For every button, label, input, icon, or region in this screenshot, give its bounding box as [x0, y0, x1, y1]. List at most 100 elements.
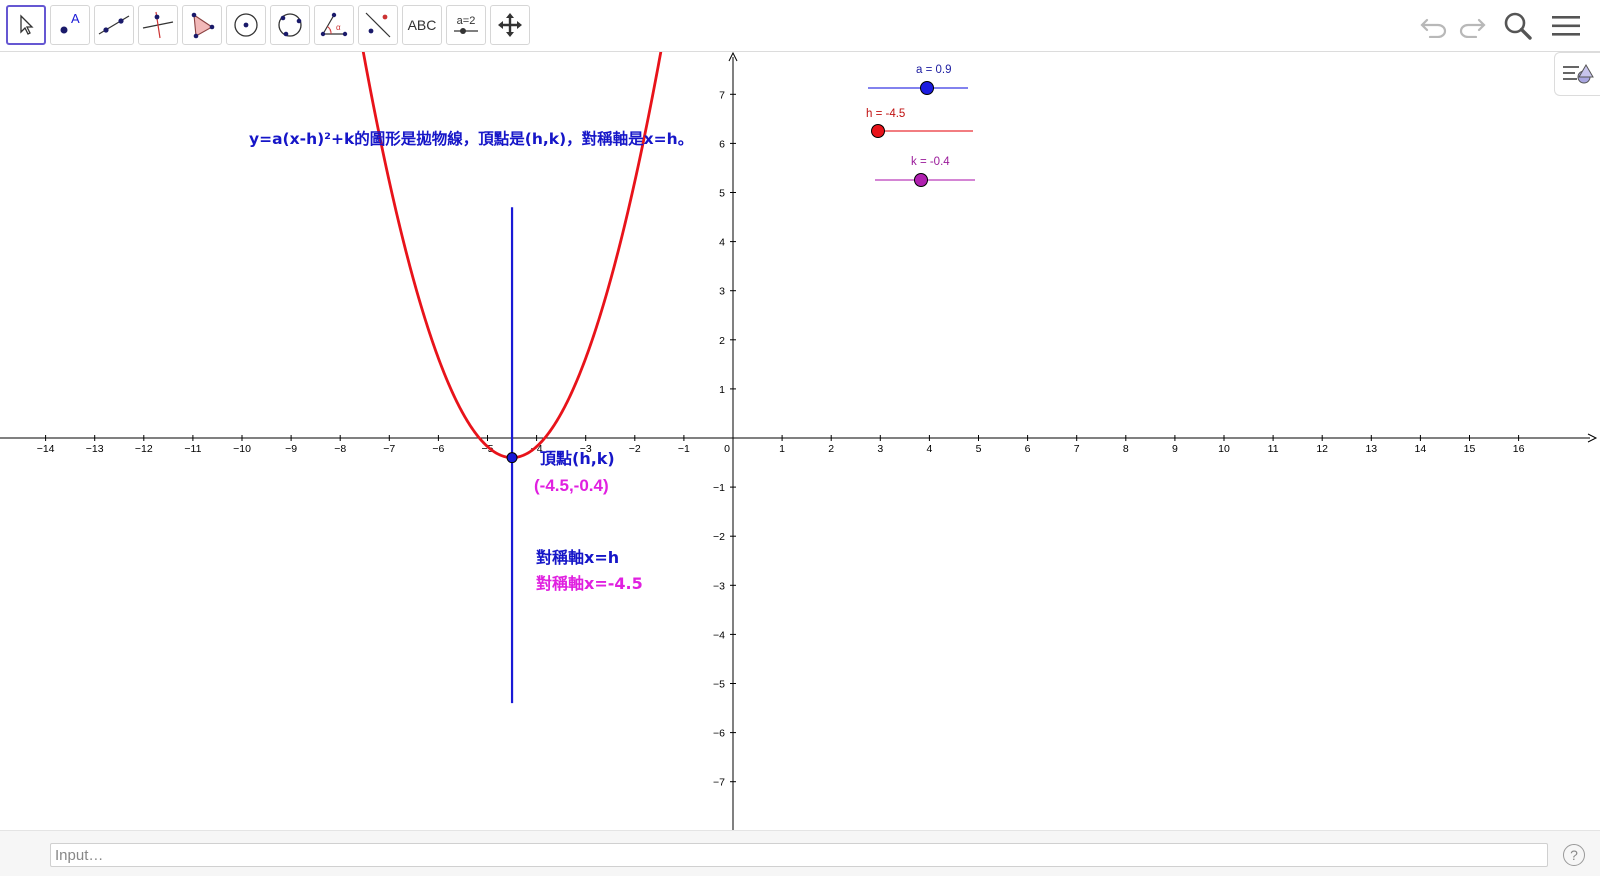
graphics-canvas[interactable]: −14 −13 −12 −11 −10 −9 −8 −7 −6 −5 −4 −3 −2 −1 0 1 2 3 4 5 6…	[0, 52, 1600, 830]
y-tick-label: −4	[713, 629, 725, 641]
y-tick-label: 4	[719, 237, 725, 249]
y-tick-label: −5	[713, 679, 725, 691]
line-through-points-icon	[98, 15, 130, 35]
x-tick-label: −1	[678, 443, 690, 455]
x-tick-label: 8	[1123, 443, 1129, 455]
redo-icon	[1459, 18, 1486, 38]
x-tick-label: −10	[233, 443, 251, 455]
perpendicular-tool-button[interactable]	[138, 5, 178, 45]
y-tick-label: −6	[713, 728, 725, 740]
symmetry-axis-label: 對稱軸x=h	[536, 548, 619, 567]
move-tool-button[interactable]	[6, 5, 46, 45]
style-bar-toggle-button[interactable]	[1554, 52, 1600, 96]
text-tool-button[interactable]: ABC	[402, 5, 442, 45]
undo-button[interactable]	[1416, 8, 1452, 44]
point-icon: A	[60, 11, 80, 34]
vertex-label: 頂點(h,k)	[540, 449, 615, 468]
point-tool-button[interactable]: A	[50, 5, 90, 45]
x-tick-label: 4	[926, 443, 932, 455]
vertex-coordinates: (-4.5,-0.4)	[534, 476, 609, 495]
input-bar: ?	[0, 830, 1600, 876]
x-tick-label: 5	[976, 443, 982, 455]
polygon-icon	[191, 12, 215, 39]
slider-h[interactable]: h = -4.5	[866, 108, 973, 138]
slider-a-label: a = 0.9	[916, 64, 952, 76]
slider-k[interactable]: k = -0.4	[875, 156, 975, 187]
undo-icon	[1420, 18, 1447, 38]
x-tick-label: −11	[184, 443, 201, 455]
x-tick-label: 14	[1415, 443, 1427, 455]
input-help-button[interactable]: ?	[1563, 844, 1585, 866]
help-icon: ?	[1570, 847, 1578, 863]
point-tool-letter: A	[71, 11, 80, 26]
x-tick-label: 13	[1365, 443, 1377, 455]
x-tick-label: 16	[1513, 443, 1525, 455]
angle-tool-button[interactable]: α	[314, 5, 354, 45]
perpendicular-line-icon	[142, 11, 174, 39]
y-tick-label: 3	[719, 286, 725, 298]
x-tick-label: 6	[1025, 443, 1031, 455]
x-tick-label: 7	[1074, 443, 1080, 455]
cursor-arrow-icon	[20, 14, 34, 35]
y-tick-label: −3	[713, 580, 725, 592]
slider-tool-button[interactable]: a=2	[446, 5, 486, 45]
x-tick-label: −8	[334, 443, 346, 455]
circle-three-points-icon	[278, 13, 302, 37]
y-tick-label: −2	[713, 531, 725, 543]
x-tick-label: 11	[1268, 443, 1279, 455]
y-tick-label: −7	[713, 777, 725, 789]
x-tick-label: −6	[432, 443, 444, 455]
slider-h-label: h = -4.5	[866, 108, 905, 120]
circle-center-tool-button[interactable]	[226, 5, 266, 45]
x-tick-label: 15	[1464, 443, 1476, 455]
algebra-input-field[interactable]	[50, 843, 1548, 867]
toolbar: A α ABC a=2	[0, 0, 1600, 52]
x-tick-label: 9	[1172, 443, 1178, 455]
y-tick-label: 7	[719, 89, 725, 101]
slider-k-label: k = -0.4	[911, 156, 950, 168]
x-tick-label: −2	[629, 443, 641, 455]
graphics-style-bar-icon	[1562, 64, 1594, 84]
angle-tool-symbol: α	[336, 23, 341, 32]
x-tick-label: 12	[1316, 443, 1328, 455]
x-tick-label: 1	[779, 443, 785, 455]
y-tick-label: −1	[713, 482, 725, 494]
text-icon: ABC	[407, 17, 437, 33]
vertex-point[interactable]	[506, 452, 518, 464]
x-tick-label: −12	[135, 443, 153, 455]
line-tool-button[interactable]	[94, 5, 134, 45]
slider-h-knob[interactable]	[871, 124, 885, 138]
x-tick-label: −7	[383, 443, 395, 455]
search-icon	[1504, 12, 1532, 40]
x-tick-label: 2	[828, 443, 834, 455]
slider-a[interactable]: a = 0.9	[868, 64, 968, 95]
move-graphics-view-icon	[498, 13, 522, 37]
angle-icon: α	[320, 12, 348, 37]
search-button[interactable]	[1500, 8, 1536, 44]
y-tick-label: 1	[719, 384, 725, 396]
slider-a-knob[interactable]	[920, 81, 934, 95]
slider-icon: a=2	[453, 15, 479, 35]
redo-button[interactable]	[1454, 8, 1490, 44]
coordinate-axes	[0, 52, 1598, 830]
main-menu-button[interactable]	[1548, 8, 1584, 44]
x-tick-label: −13	[86, 443, 104, 455]
x-tick-label: 10	[1218, 443, 1230, 455]
graphics-view[interactable]: −14 −13 −12 −11 −10 −9 −8 −7 −6 −5 −4 −3 −2 −1 0 1 2 3 4 5 6…	[0, 52, 1600, 830]
symmetry-axis-value: 對稱軸x=-4.5	[536, 574, 643, 593]
parabola-description-text: y=a(x-h)²+k的圖形是拋物線，頂點是(h,k)，對稱軸是x=h。	[249, 129, 693, 148]
slider-icon-label: a=2	[456, 15, 476, 27]
x-tick-label: 3	[877, 443, 883, 455]
slider-k-knob[interactable]	[914, 173, 928, 187]
geogebra-app: A α ABC a=2 −14 −13 −12 −11 −10 −9 −8 −7…	[0, 0, 1600, 876]
polygon-tool-button[interactable]	[182, 5, 222, 45]
move-graphics-tool-button[interactable]	[490, 5, 530, 45]
circle-center-point-icon	[234, 13, 258, 37]
circle-three-points-tool-button[interactable]	[270, 5, 310, 45]
x-tick-label: 0	[724, 443, 730, 455]
x-tick-label: −14	[37, 443, 55, 455]
menu-icon	[1552, 16, 1580, 36]
y-tick-label: 6	[719, 138, 725, 150]
reflect-tool-button[interactable]	[358, 5, 398, 45]
reflect-about-line-icon	[365, 12, 391, 38]
